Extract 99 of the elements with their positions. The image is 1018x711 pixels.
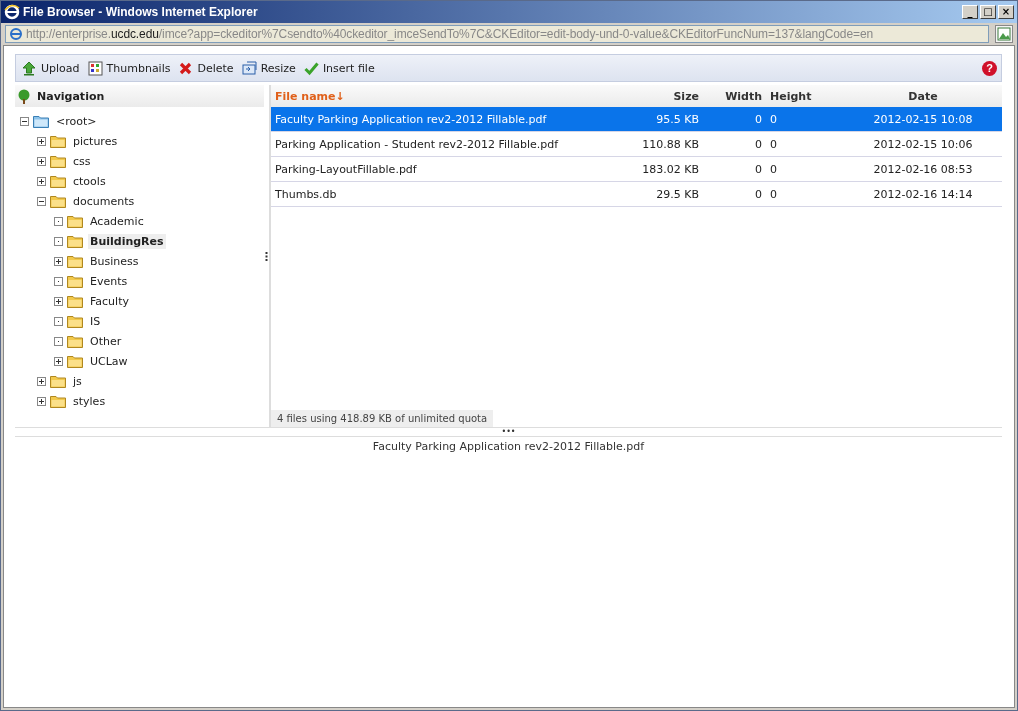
collapse-icon[interactable] [37,196,46,206]
expand-icon[interactable] [37,176,46,186]
folder-icon [50,194,67,208]
table-cell: 0 [766,181,844,207]
folder-icon [67,214,84,228]
folder-item[interactable]: css [71,153,93,169]
browser-logo-icon [4,4,20,20]
folder-item[interactable]: js [71,373,84,389]
folder-icon [67,334,84,348]
column-header[interactable]: Date [844,85,1002,107]
folder-icon [50,134,67,148]
folder-icon [67,314,84,328]
page-icon [9,27,23,41]
folder-item[interactable]: ctools [71,173,108,189]
minimize-button[interactable]: _ [962,5,978,19]
tree-icon [17,88,31,104]
grid-icon [87,60,103,76]
table-cell: 0 [703,156,766,182]
folder-icon [50,394,67,408]
expand-icon[interactable] [37,136,46,146]
table-cell: 0 [703,107,766,132]
folder-item[interactable]: Faculty [88,293,131,309]
column-header[interactable]: Height [766,85,844,107]
help-button[interactable]: ? [982,60,997,76]
expand-icon[interactable] [37,376,46,386]
folder-icon [50,374,67,388]
folder-item[interactable]: BuildingRes [88,233,166,249]
folder-icon [67,294,84,308]
expand-icon[interactable] [54,256,63,266]
folder-icon [67,234,84,248]
expand-icon[interactable] [37,156,46,166]
dot-box-icon [54,216,63,226]
table-cell: 0 [703,131,766,157]
table-cell: 0 [766,107,844,132]
picture-button[interactable] [995,25,1013,43]
dot-box-icon [54,276,63,286]
resize-button[interactable]: Resize [239,60,298,76]
check-icon [303,60,319,76]
folder-icon [67,354,84,368]
table-cell: 2012-02-16 14:14 [844,181,1002,207]
table-cell: 110.88 KB [575,131,703,157]
table-cell: 2012-02-16 08:53 [844,156,1002,182]
folder-item[interactable]: Business [88,253,141,269]
folder-item[interactable]: pictures [71,133,120,149]
folder-item[interactable]: UCLaw [88,353,130,369]
table-cell: 95.5 KB [575,107,703,132]
table-cell: Parking Application - Student rev2-2012 Fillable.pdf [271,131,575,157]
folder-icon [50,154,67,168]
insert-button[interactable]: Insert file [301,60,377,76]
thumbnails-button[interactable]: Thumbnails [85,60,173,76]
folder-icon [33,114,50,128]
folder-item[interactable]: Events [88,273,130,289]
folder-item[interactable]: <root> [54,113,99,129]
table-cell: 0 [766,131,844,157]
delete-button[interactable]: Delete [176,60,236,76]
expand-icon[interactable] [54,356,63,366]
column-header[interactable]: Width [703,85,766,107]
table-cell: 0 [703,181,766,207]
close-button[interactable]: × [998,5,1014,19]
collapse-icon[interactable] [20,116,29,126]
window-title: File Browser - Windows Internet Explorer [23,5,259,19]
preview-filename: Faculty Parking Application rev2-2012 Fillable.pdf [371,439,646,453]
table-cell: 0 [766,156,844,182]
dot-box-icon [54,336,63,346]
up-arrow-icon [22,60,37,76]
folder-item[interactable]: Other [88,333,124,349]
splitter-handle[interactable]: ••• [15,427,1002,437]
file-row[interactable]: Parking-LayoutFillable.pdf 183.02 KB 0 0 2012-02-16 08:53 [271,156,1002,182]
table-cell: Parking-LayoutFillable.pdf [271,156,575,182]
dot-box-icon [54,316,63,326]
table-cell: Faculty Parking Application rev2-2012 Fillable.pdf [271,107,575,132]
picture-icon [997,27,1011,41]
folder-item[interactable]: IS [88,313,103,329]
maximize-button[interactable]: □ [980,5,996,19]
table-cell: Thumbs.db [271,181,575,207]
file-row[interactable]: Faculty Parking Application rev2-2012 Fillable.pdf 95.5 KB 0 0 2012-02-15 10:08 [271,107,1002,132]
folder-item[interactable]: Academic [88,213,146,229]
table-cell: 29.5 KB [575,181,703,207]
dot-box-icon [54,236,63,246]
splitter-handle-icon[interactable] [265,251,268,261]
file-row[interactable]: Thumbs.db 29.5 KB 0 0 2012-02-16 14:14 [271,181,1002,207]
table-cell: 2012-02-15 10:06 [844,131,1002,157]
status-text: 4 files using 418.89 KB of unlimited quota [271,410,494,427]
table-cell: 183.02 KB [575,156,703,182]
address-field[interactable]: http://enterprise.ucdc.edu/imce?app=ckeditor%7Csendto%40ckeditor_imceSendTo%7C&CKEditor=edit-body-und-0-value&CKEditorFuncNum=137&langCode=en [5,25,989,43]
upload-button[interactable]: Upload [20,60,82,76]
expand-icon[interactable] [54,296,63,306]
resize-icon [241,60,257,76]
folder-icon [50,174,67,188]
folder-item[interactable]: documents [71,193,137,209]
table-cell: 2012-02-15 10:08 [844,107,1002,132]
file-row[interactable]: Parking Application - Student rev2-2012 Fillable.pdf 110.88 KB 0 0 2012-02-15 10:06 [271,131,1002,157]
folder-item[interactable]: styles [71,393,108,409]
folder-icon [67,254,84,268]
expand-icon[interactable] [37,396,46,406]
delete-icon [178,60,194,76]
column-header[interactable]: Size [575,85,703,107]
navigation-title: Navigation [37,89,105,103]
folder-icon [67,274,84,288]
